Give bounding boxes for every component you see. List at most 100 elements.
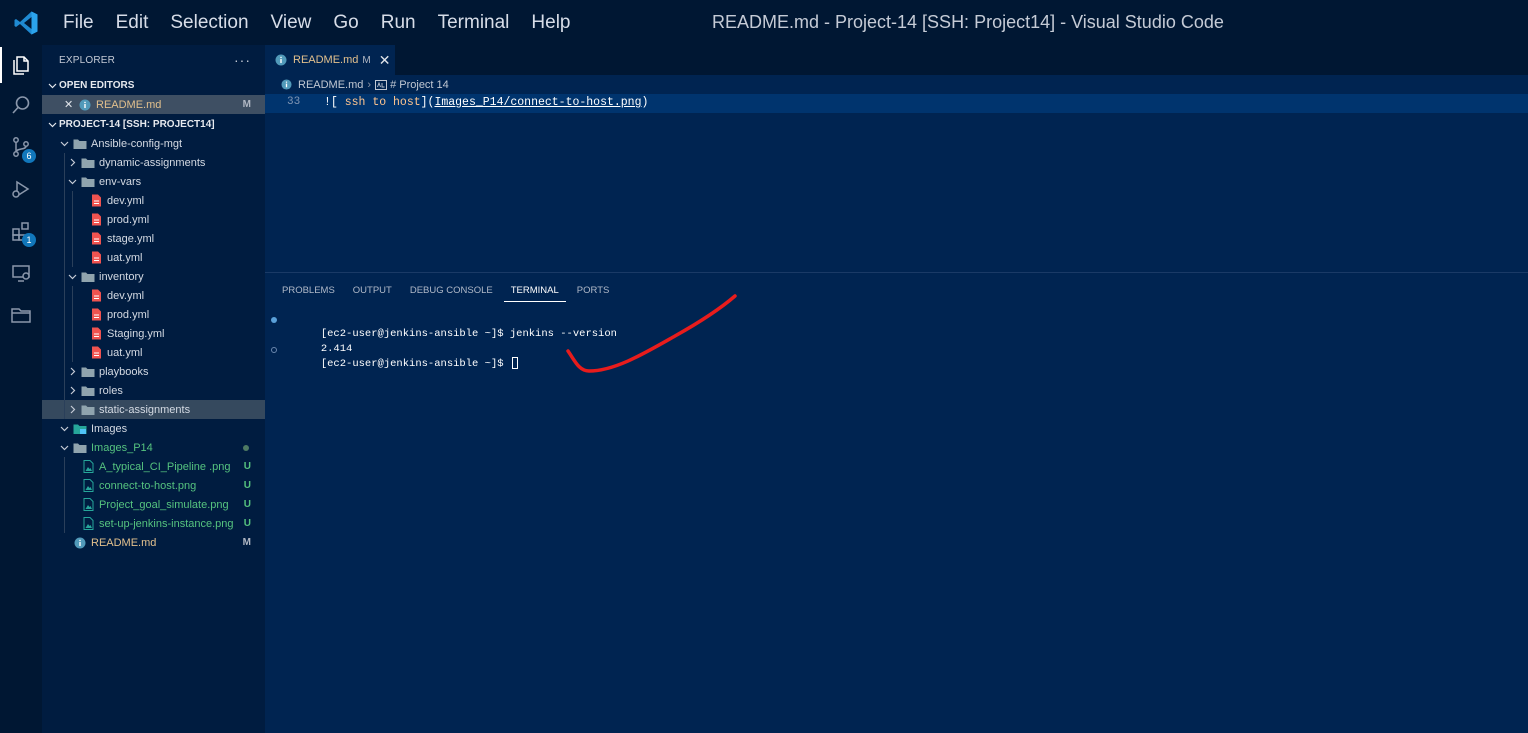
untracked-badge: U xyxy=(243,518,251,529)
terminal[interactable]: [ec2-user@jenkins-ansible ~]$ jenkins --… xyxy=(265,312,1528,370)
remote-explorer-icon[interactable] xyxy=(0,253,42,293)
more-actions-icon[interactable]: ··· xyxy=(234,52,251,68)
menu-terminal[interactable]: Terminal xyxy=(427,0,521,45)
chevron-right-icon[interactable] xyxy=(66,386,78,395)
code-prefix: ![ xyxy=(324,96,338,109)
folder-icon[interactable] xyxy=(0,295,42,335)
menu-file[interactable]: File xyxy=(52,0,105,45)
tab-readme[interactable]: README.md M ✕ xyxy=(265,45,395,75)
tree-item[interactable]: uat.yml xyxy=(42,248,265,267)
chevron-down-icon[interactable] xyxy=(66,272,78,281)
open-editor-label: README.md xyxy=(96,98,162,111)
command-decoration-icon[interactable] xyxy=(271,317,277,323)
open-editors-header[interactable]: OPEN EDITORS xyxy=(42,75,265,95)
command-decoration-icon[interactable] xyxy=(271,347,277,353)
breadcrumb-file[interactable]: README.md xyxy=(298,79,363,91)
tree-item[interactable]: Images xyxy=(42,419,265,438)
string-icon xyxy=(375,79,388,90)
close-icon[interactable]: ✕ xyxy=(379,52,391,69)
chevron-right-icon[interactable] xyxy=(66,158,78,167)
tree-item-label: connect-to-host.png xyxy=(99,479,197,492)
chevron-down-icon[interactable] xyxy=(58,443,70,452)
explorer-icon[interactable] xyxy=(0,45,42,85)
tree-item-label: stage.yml xyxy=(107,232,155,245)
menu-edit[interactable]: Edit xyxy=(105,0,160,45)
menu-view[interactable]: View xyxy=(260,0,323,45)
yaml-file-icon xyxy=(89,213,103,227)
tree-item[interactable]: dynamic-assignments xyxy=(42,153,265,172)
chevron-down-icon xyxy=(46,120,59,129)
tab-debug-console[interactable]: DEBUG CONSOLE xyxy=(403,280,500,302)
yaml-file-icon xyxy=(89,194,103,208)
tree-item[interactable]: static-assignments xyxy=(42,400,265,419)
tree-item[interactable]: prod.yml xyxy=(42,305,265,324)
tree-item[interactable]: set-up-jenkins-instance.png U xyxy=(42,514,265,533)
changes-dot-icon xyxy=(243,444,249,451)
open-editor-readme[interactable]: ✕ README.md M xyxy=(42,95,265,114)
indent-guide xyxy=(64,381,65,400)
code-link[interactable]: Images_P14/connect-to-host.png xyxy=(434,96,641,109)
tree-item[interactable]: Images_P14 xyxy=(42,438,265,457)
tree-item[interactable]: playbooks xyxy=(42,362,265,381)
code-line[interactable]: ![ ssh to host](Images_P14/connect-to-ho… xyxy=(324,96,648,109)
chevron-down-icon[interactable] xyxy=(58,424,70,433)
untracked-badge: U xyxy=(243,480,251,491)
menu-go[interactable]: Go xyxy=(322,0,369,45)
chevron-right-icon[interactable] xyxy=(66,367,78,376)
tree-item[interactable]: env-vars xyxy=(42,172,265,191)
explorer-sidebar: EXPLORER ··· OPEN EDITORS ✕ README.md M … xyxy=(42,45,265,733)
menu-help[interactable]: Help xyxy=(520,0,581,45)
title-bar: File Edit Selection View Go Run Terminal… xyxy=(0,0,1528,45)
tab-terminal[interactable]: TERMINAL xyxy=(503,280,566,302)
tree-item[interactable]: Staging.yml xyxy=(42,324,265,343)
tab-problems[interactable]: PROBLEMS xyxy=(275,280,342,302)
tree-item[interactable]: dev.yml xyxy=(42,191,265,210)
indent-guide xyxy=(64,267,65,286)
indent-guide xyxy=(64,343,65,362)
indent-guide xyxy=(72,191,73,210)
chevron-down-icon[interactable] xyxy=(58,139,70,148)
folder-icon xyxy=(81,403,95,417)
tree-item-label: dynamic-assignments xyxy=(99,156,206,169)
tree-item[interactable]: connect-to-host.png U xyxy=(42,476,265,495)
chevron-down-icon[interactable] xyxy=(66,177,78,186)
indent-guide xyxy=(72,286,73,305)
tree-item[interactable]: inventory xyxy=(42,267,265,286)
file-tree: Ansible-config-mgt dynamic-assignments env… xyxy=(42,134,265,552)
tree-item-label: Ansible-config-mgt xyxy=(91,137,183,150)
tree-item-label: prod.yml xyxy=(107,308,150,321)
indent-guide xyxy=(64,229,65,248)
run-debug-icon[interactable] xyxy=(0,169,42,209)
tree-item[interactable]: prod.yml xyxy=(42,210,265,229)
tree-item[interactable]: Ansible-config-mgt xyxy=(42,134,265,153)
menu-run[interactable]: Run xyxy=(370,0,427,45)
folder-icon xyxy=(73,137,87,151)
source-control-icon[interactable]: 6 xyxy=(0,127,42,167)
tab-output[interactable]: OUTPUT xyxy=(346,280,399,302)
indent-guide xyxy=(72,343,73,362)
indent-guide xyxy=(64,210,65,229)
tree-item[interactable]: README.md M xyxy=(42,533,265,552)
breadcrumb-symbol[interactable]: # Project 14 xyxy=(390,79,449,91)
project-header[interactable]: PROJECT-14 [SSH: PROJECT14] xyxy=(42,114,265,134)
tree-item[interactable]: A_typical_CI_Pipeline .png U xyxy=(42,457,265,476)
terminal-prompt: [ec2-user@jenkins-ansible ~]$ xyxy=(320,358,510,370)
tree-item[interactable]: dev.yml xyxy=(42,286,265,305)
tree-item[interactable]: uat.yml xyxy=(42,343,265,362)
close-icon[interactable]: ✕ xyxy=(64,98,78,111)
image-file-icon xyxy=(81,479,95,493)
tree-item[interactable]: Project_goal_simulate.png U xyxy=(42,495,265,514)
info-file-icon xyxy=(73,536,87,550)
search-icon[interactable] xyxy=(0,85,42,125)
folder-icon xyxy=(73,441,87,455)
tree-item-label: playbooks xyxy=(99,365,149,378)
tree-item-label: env-vars xyxy=(99,175,142,188)
tree-item[interactable]: stage.yml xyxy=(42,229,265,248)
tree-item[interactable]: roles xyxy=(42,381,265,400)
code-editor[interactable]: 33 ![ ssh to host](Images_P14/connect-to… xyxy=(265,94,1528,272)
extensions-icon[interactable]: 1 xyxy=(0,211,42,251)
indent-guide xyxy=(72,248,73,267)
menu-selection[interactable]: Selection xyxy=(159,0,259,45)
terminal-line: [ec2-user@jenkins-ansible ~]$ xyxy=(265,342,1528,370)
chevron-right-icon[interactable] xyxy=(66,405,78,414)
